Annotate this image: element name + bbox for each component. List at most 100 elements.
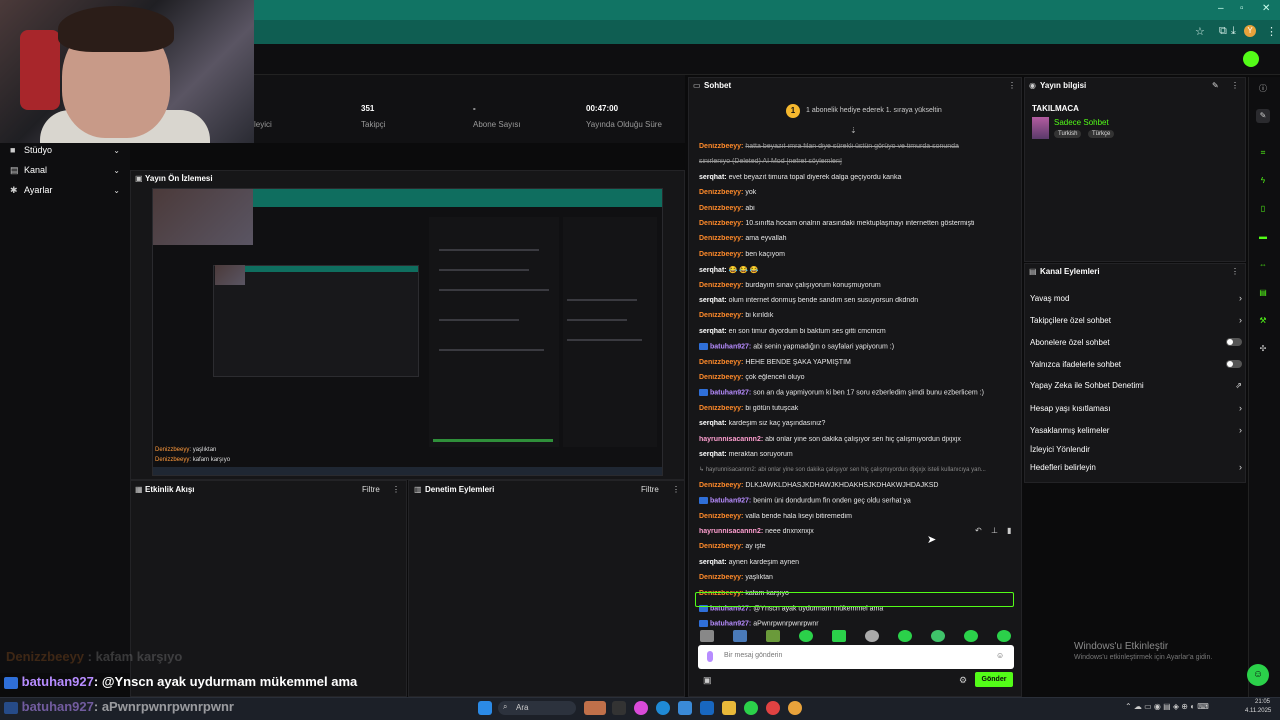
chat-username[interactable]: batuhan927 (710, 344, 749, 351)
chat-message[interactable]: Denizzbeeyy: DLKJAWKLDHASJKDHAWJKHDAKHSJ… (699, 482, 1017, 489)
crop-icon[interactable]: ⌗ (1256, 146, 1270, 160)
chat-message[interactable]: batuhan927: abi senin yapmadığın o sayfa… (699, 343, 1017, 351)
close-icon[interactable]: ✕ (1262, 3, 1270, 14)
delete-icon[interactable]: ▮ (1007, 526, 1011, 535)
emote-icon[interactable] (964, 630, 978, 642)
bookmark-star-icon[interactable]: ☆ (1195, 25, 1205, 38)
system-tray-icons[interactable]: ⌃ ☁ ▭ ◉ ▤ ◈ ⊕ ◐ ⌨ (1125, 702, 1209, 711)
chat-message[interactable]: serqhat: evet beyazıt timura topal diyer… (699, 174, 1017, 181)
channel-action-row[interactable]: Takipçilere özel sohbet › (1030, 313, 1242, 327)
download-icon[interactable]: ⤓ (1231, 25, 1236, 38)
chat-username[interactable]: serqhat (699, 420, 724, 427)
store-icon[interactable] (678, 701, 692, 715)
channel-action-row[interactable]: Hedefleri belirleyin › (1030, 460, 1242, 474)
chat-username[interactable]: serqhat (699, 451, 724, 458)
emote-icon[interactable] (832, 630, 846, 642)
chat-username[interactable]: serqhat (699, 174, 724, 181)
channel-action-row[interactable]: Yapay Zeka ile Sohbet Denetimi ⇗ (1030, 378, 1242, 392)
chat-message[interactable]: serqhat: olum internet donmuş bende sand… (699, 297, 1017, 304)
chat-message[interactable]: Denizzbeeyy: hatta beyazıt ımra filan di… (699, 143, 1017, 150)
chat-message[interactable]: hayrunnisacannn2: abi onlar yine son dak… (699, 436, 1017, 443)
taskview-icon[interactable] (612, 701, 626, 715)
chat-message[interactable]: Denizzbeeyy: çok eğlenceli oluyo (699, 374, 1017, 381)
chat-username[interactable]: Denizzbeeyy (699, 513, 741, 520)
channel-action-row[interactable]: Hesap yaşı kısıtlaması › (1030, 401, 1242, 415)
emote-icon[interactable] (931, 630, 945, 642)
copilot-icon[interactable] (634, 701, 648, 715)
chat-username[interactable]: Denizzbeeyy (699, 189, 741, 196)
stream-preview[interactable] (152, 188, 663, 476)
more-icon[interactable]: ⋮ (1231, 81, 1239, 90)
reply-icon[interactable]: ↶ (975, 526, 982, 535)
app-icon[interactable] (766, 701, 780, 715)
support-chat-icon[interactable]: ☺ (1247, 664, 1269, 686)
chat-input-placeholder[interactable]: Bir mesaj gönderin (724, 652, 782, 659)
menu-icon[interactable]: ⋮ (1266, 25, 1277, 38)
chat-message[interactable]: batuhan927: benim üni dondurdum fin onde… (699, 497, 1017, 505)
explorer-icon[interactable] (722, 701, 736, 715)
chat-username[interactable]: batuhan927 (710, 498, 749, 505)
chat-username[interactable]: Denizzbeeyy (699, 359, 741, 366)
more-icon[interactable]: ⋮ (1008, 81, 1016, 90)
chat-username[interactable]: Denizzbeeyy (699, 574, 741, 581)
edit-icon[interactable]: ✎ (1256, 109, 1270, 123)
apps-icon[interactable]: ✣ (1256, 342, 1270, 356)
activity-filter-button[interactable]: Filtre (362, 485, 380, 494)
extensions-icon[interactable]: ⧉ (1219, 25, 1227, 38)
profile-avatar[interactable]: Y (1244, 25, 1256, 37)
edge-icon[interactable] (656, 701, 670, 715)
chat-message[interactable]: Denizzbeeyy: yok (699, 189, 1017, 196)
emoji-icon[interactable]: ☺ (996, 651, 1004, 660)
nav-settings[interactable]: ✱ Ayarlar ⌄ (10, 181, 120, 199)
chat-message[interactable]: Denizzbeeyy: valla bende hala liseyi bit… (699, 513, 1017, 520)
nav-channel[interactable]: ▤ Kanal ⌄ (10, 161, 120, 179)
channel-action-row[interactable]: Yavaş mod › (1030, 291, 1242, 305)
link-icon[interactable]: ⇔ (1256, 258, 1270, 272)
nav-studio[interactable]: ■ Stüdyo ⌄ (10, 141, 120, 159)
chat-username[interactable]: Denizzbeeyy (699, 251, 741, 258)
chat-message[interactable]: Denizzbeeyy: ama eyvallah (699, 235, 1017, 242)
chat-username[interactable]: Denizzbeeyy (699, 235, 741, 242)
gift-banner[interactable]: 1 abonelik hediye ederek 1. sıraya yükse… (806, 107, 942, 114)
chat-username[interactable]: serqhat (699, 328, 724, 335)
toggle-switch[interactable] (1226, 360, 1242, 368)
chat-username[interactable]: serqhat (699, 297, 724, 304)
chat-message[interactable]: Denizzbeeyy: HEHE BENDE ŞAKA YAPMIŞTIM (699, 359, 1017, 366)
gear-icon[interactable]: ⚙ (959, 675, 967, 686)
chat-username[interactable]: batuhan927 (710, 621, 749, 628)
chat-username[interactable]: Denizzbeeyy (699, 143, 741, 150)
chat-username[interactable]: serqhat (699, 559, 724, 566)
chat-message[interactable]: Denizzbeeyy: ay işte (699, 543, 1017, 550)
stream-category[interactable]: Sadece Sohbet (1054, 118, 1109, 127)
chat-username[interactable]: Denizzbeeyy (699, 282, 741, 289)
chat-message[interactable]: serqhat: en son timur diyordum bi baktum… (699, 328, 1017, 335)
bolt-icon[interactable]: ϟ (1256, 174, 1270, 188)
chat-message[interactable]: batuhan927: son an da yapmiyorum ki ben … (699, 389, 1017, 397)
chat-message[interactable]: Denizzbeeyy: bi götün tutuşcak (699, 405, 1017, 412)
chevron-down-icon[interactable]: ⇣ (850, 126, 857, 135)
mic-icon[interactable] (707, 651, 713, 662)
chat-message[interactable]: Denizzbeeyy: 10.sınıfta hocam onalrın ar… (699, 220, 1017, 227)
toggle-switch[interactable] (1226, 338, 1242, 346)
chat-message[interactable]: Denizzbeeyy: yaşlıktan (699, 574, 1017, 581)
more-icon[interactable]: ⋮ (1231, 267, 1239, 276)
app-icon[interactable] (744, 701, 758, 715)
info-icon[interactable]: ⓘ (1256, 82, 1270, 96)
taskbar-date[interactable]: 4.11.2025 (1245, 708, 1271, 714)
emote-icon[interactable] (766, 630, 780, 642)
chat-username[interactable]: Denizzbeeyy (699, 312, 741, 319)
minimize-icon[interactable]: – (1218, 3, 1224, 14)
channel-action-row[interactable]: İzleyici Yönlendir (1030, 442, 1242, 456)
chat-username[interactable]: hayrunnisacannn2 (699, 436, 761, 443)
emote-icon[interactable] (700, 630, 714, 642)
emote-icon[interactable] (799, 630, 813, 642)
layout-icon[interactable]: ▤ (1256, 286, 1270, 300)
chat-message[interactable]: ↳ hayrunnisacannn2: abi onlar yine son d… (699, 466, 1017, 473)
wrench-icon[interactable]: ⚒ (1256, 314, 1270, 328)
chat-username[interactable]: hayrunnisacannn2 (699, 528, 761, 535)
chat-message[interactable]: sinirleniyo (Deleted) AI Mod [nefret söy… (699, 158, 1017, 165)
chat-message[interactable]: batuhan927: aPwnrpwnrpwnrpwnr (699, 620, 1017, 628)
taskbar-search[interactable] (498, 701, 576, 715)
emote-icon[interactable] (997, 630, 1011, 642)
channel-action-row[interactable]: Yalnızca ifadelerle sohbet (1030, 357, 1242, 371)
